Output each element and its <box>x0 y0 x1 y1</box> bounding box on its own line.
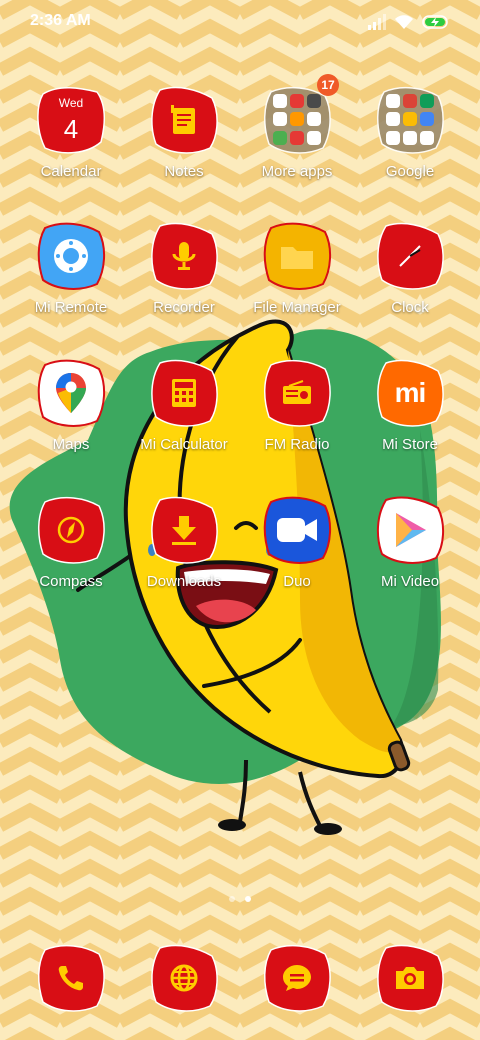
camera-icon <box>396 967 424 989</box>
app-label: File Manager <box>253 299 341 316</box>
app-notes[interactable]: Notes <box>128 84 240 204</box>
page-indicator[interactable] <box>0 896 480 902</box>
app-label: Mi Calculator <box>140 436 228 453</box>
app-label: More apps <box>261 163 333 180</box>
app-label: Mi Video <box>380 573 440 590</box>
calendar-date: 4 <box>63 114 79 144</box>
calculator-icon <box>172 379 196 407</box>
app-label: Maps <box>52 436 90 453</box>
banana-foot-left <box>218 819 246 831</box>
banana-foot-right <box>314 823 342 835</box>
app-compass[interactable]: Compass <box>15 494 127 614</box>
microphone-icon <box>172 242 196 270</box>
mi-logo-icon: mi <box>394 377 427 408</box>
app-recorder[interactable]: Recorder <box>128 220 240 340</box>
calendar-day: Wed <box>58 96 84 110</box>
app-mi-remote[interactable]: Mi Remote <box>15 220 127 340</box>
app-label: Downloads <box>146 573 222 590</box>
folder-preview <box>386 94 434 146</box>
status-bar: 2:36 AM <box>0 0 480 44</box>
status-time: 2:36 AM <box>30 12 91 29</box>
app-calendar[interactable]: Wed 4 Calendar <box>15 84 127 204</box>
globe-icon <box>170 964 198 992</box>
app-more-apps-folder[interactable]: 17 More apps <box>241 74 353 204</box>
dock-messages[interactable] <box>241 942 353 1022</box>
app-google-folder[interactable]: Google <box>354 84 466 204</box>
page-dot-active[interactable] <box>245 896 251 902</box>
remote-icon <box>54 239 88 273</box>
app-mi-video[interactable]: Mi Video <box>354 494 466 614</box>
app-label: Recorder <box>153 299 215 316</box>
radio-icon <box>283 380 311 404</box>
dock-phone[interactable] <box>15 942 127 1022</box>
map-pin-icon <box>56 373 86 413</box>
page-dot[interactable] <box>229 896 235 902</box>
battery-charging-icon <box>422 15 448 29</box>
download-icon <box>172 516 196 545</box>
phone-icon <box>58 966 83 991</box>
message-icon <box>283 965 311 991</box>
app-file-manager[interactable]: File Manager <box>241 220 353 340</box>
app-label: Clock <box>391 299 429 316</box>
app-fm-radio[interactable]: FM Radio <box>241 357 353 477</box>
app-label: Notes <box>164 163 204 180</box>
app-label: Google <box>385 163 435 180</box>
notes-icon <box>171 105 195 134</box>
wifi-icon <box>395 15 413 29</box>
app-label: FM Radio <box>264 436 330 453</box>
app-label: Duo <box>283 573 311 590</box>
app-label: Calendar <box>40 163 102 180</box>
signal-icon <box>368 14 386 30</box>
dock-browser[interactable] <box>128 942 240 1022</box>
app-clock[interactable]: Clock <box>354 220 466 340</box>
video-camera-icon <box>277 518 317 542</box>
compass-icon <box>57 516 85 544</box>
app-duo[interactable]: Duo <box>241 494 353 614</box>
dock-camera[interactable] <box>354 942 466 1022</box>
app-maps[interactable]: Maps <box>15 357 127 477</box>
app-downloads[interactable]: Downloads <box>128 494 240 614</box>
clock-icon <box>399 245 421 267</box>
app-label: Mi Store <box>382 436 438 453</box>
app-label: Mi Remote <box>34 299 108 316</box>
folder-icon <box>281 247 313 269</box>
app-mi-calculator[interactable]: Mi Calculator <box>128 357 240 477</box>
app-mi-store[interactable]: mi Mi Store <box>354 357 466 477</box>
notification-badge: 17 <box>317 74 339 96</box>
play-icon <box>396 513 426 547</box>
app-label: Compass <box>39 573 103 590</box>
folder-preview <box>273 94 321 146</box>
